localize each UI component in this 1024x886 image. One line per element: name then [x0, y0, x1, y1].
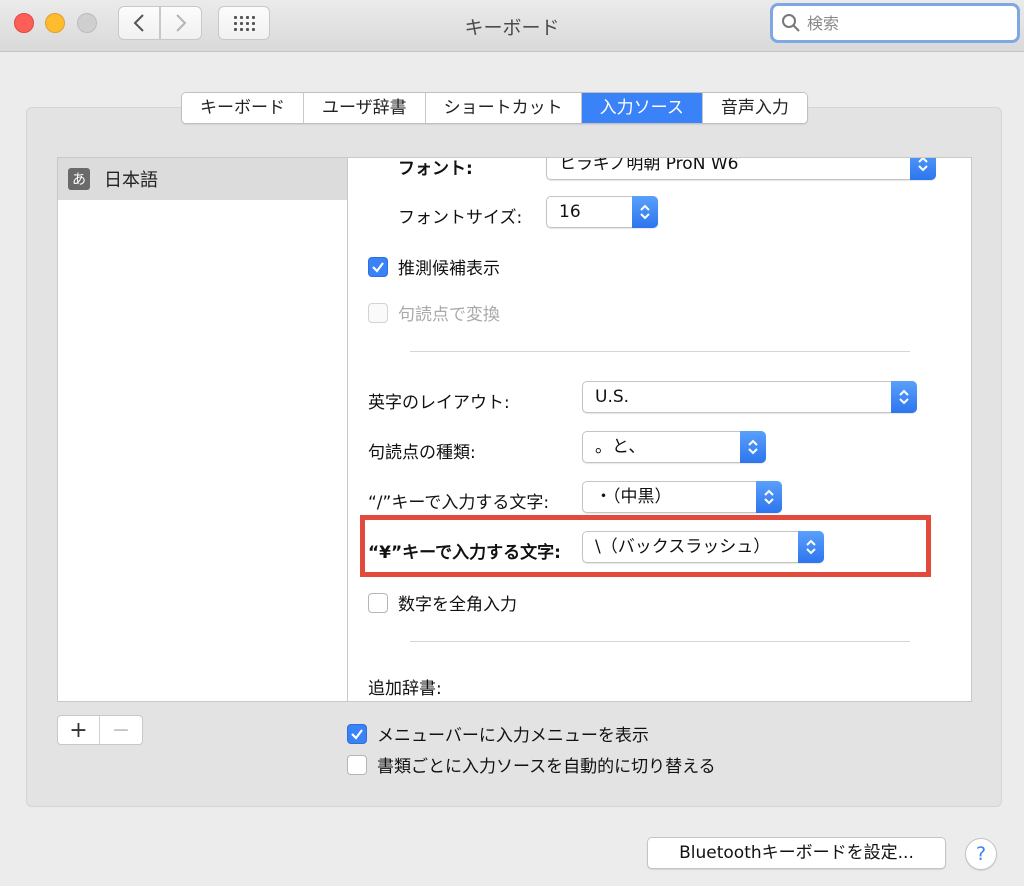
show-input-menu-row[interactable]: メニューバーに入力メニューを表示: [347, 721, 649, 746]
tab-keyboard[interactable]: キーボード: [182, 93, 304, 123]
stepper-arrows-icon: [891, 381, 917, 413]
stepper-arrows-icon: [910, 158, 936, 180]
font-label: フォント:: [398, 159, 473, 179]
input-source-settings: フォント: ヒラギノ明朝 ProN W6 フォントサイズ: 16 推測候補表示 …: [347, 157, 972, 702]
input-source-list: あ 日本語: [57, 157, 347, 702]
setup-bluetooth-keyboard-button[interactable]: Bluetoothキーボードを設定...: [647, 837, 946, 869]
punct-type-label: 句読点の種類:: [368, 443, 476, 463]
slash-key-select[interactable]: ・（中黒）: [582, 481, 782, 513]
tab-bar: キーボード ユーザ辞書 ショートカット 入力ソース 音声入力: [181, 92, 808, 124]
auto-switch-label: 書類ごとに入力ソースを自動的に切り替える: [377, 757, 716, 777]
search-icon: [782, 14, 800, 32]
english-layout-select[interactable]: U.S.: [582, 381, 917, 413]
english-layout-value: U.S.: [595, 387, 630, 407]
punct-convert-label: 句読点で変換: [398, 305, 500, 325]
tab-user-dictionary[interactable]: ユーザ辞書: [304, 93, 426, 123]
show-input-menu-checkbox[interactable]: [347, 723, 367, 744]
auto-switch-checkbox[interactable]: [347, 754, 367, 775]
predictive-row[interactable]: 推測候補表示: [368, 254, 500, 279]
auto-switch-row[interactable]: 書類ごとに入力ソースを自動的に切り替える: [347, 752, 716, 777]
show-input-menu-label: メニューバーに入力メニューを表示: [377, 726, 649, 746]
list-controls: + −: [57, 715, 143, 745]
slash-key-label: “/”キーで入力する文字:: [368, 493, 550, 513]
divider: [410, 351, 910, 352]
predictive-label: 推測候補表示: [398, 259, 500, 279]
tab-input-sources[interactable]: 入力ソース: [581, 93, 703, 123]
punct-type-select[interactable]: 。と、: [582, 431, 766, 463]
font-size-label: フォントサイズ:: [398, 208, 523, 228]
checkmark-icon: [372, 261, 384, 273]
divider: [410, 641, 910, 642]
add-source-button[interactable]: +: [58, 716, 101, 744]
search-input[interactable]: [807, 13, 1007, 33]
remove-source-button[interactable]: −: [100, 716, 142, 744]
stepper-arrows-icon: [740, 431, 766, 463]
title-bar: キーボード: [0, 0, 1024, 52]
list-item-japanese[interactable]: あ 日本語: [58, 158, 347, 200]
japanese-kana-icon: あ: [68, 168, 90, 190]
font-size-select[interactable]: 16: [546, 196, 658, 228]
checkmark-icon: [351, 728, 363, 740]
search-field[interactable]: [770, 3, 1020, 43]
tab-dictation[interactable]: 音声入力: [702, 93, 807, 123]
highlight-box: [360, 515, 931, 577]
fullwidth-numbers-label: 数字を全角入力: [398, 595, 517, 615]
punct-convert-checkbox: [368, 302, 388, 323]
help-button[interactable]: ?: [965, 838, 997, 870]
predictive-checkbox[interactable]: [368, 256, 388, 277]
tab-shortcuts[interactable]: ショートカット: [425, 93, 582, 123]
punct-type-value: 。と、: [595, 437, 646, 457]
english-layout-label: 英字のレイアウト:: [368, 393, 510, 413]
extra-dictionary-label: 追加辞書:: [368, 679, 442, 699]
font-select[interactable]: ヒラギノ明朝 ProN W6: [546, 157, 936, 180]
punct-convert-row: 句読点で変換: [368, 300, 500, 325]
slash-key-value: ・（中黒）: [595, 487, 672, 507]
stepper-arrows-icon: [632, 196, 658, 228]
stepper-arrows-icon: [756, 481, 782, 513]
source-label: 日本語: [104, 170, 158, 191]
fullwidth-numbers-checkbox[interactable]: [368, 592, 388, 613]
fullwidth-numbers-row[interactable]: 数字を全角入力: [368, 590, 517, 615]
font-size-value: 16: [559, 202, 581, 222]
font-value: ヒラギノ明朝 ProN W6: [559, 157, 739, 174]
